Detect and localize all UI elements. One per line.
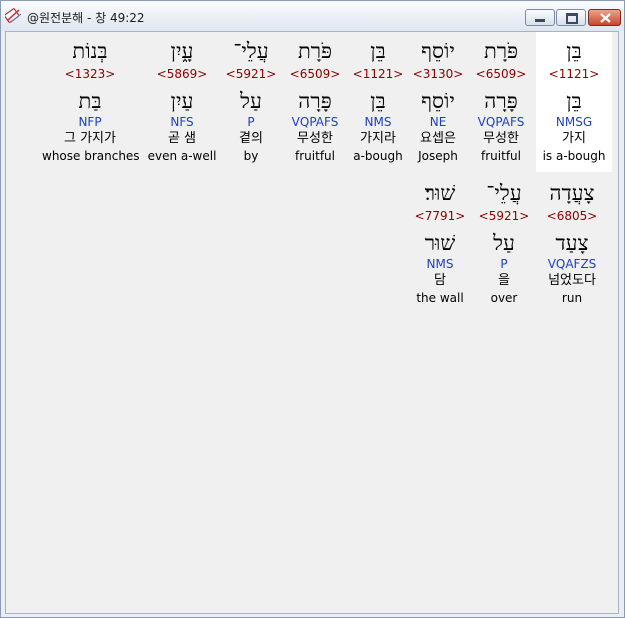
english-gloss: a-bough [353, 149, 403, 163]
analysis-panel[interactable]: בְּנוֹת <1323> בַּת NFP 그 가지가 whose bran… [5, 31, 619, 614]
hebrew-word: עֲלֵי־ [233, 39, 269, 63]
morphology-code: NFP [78, 115, 102, 129]
english-gloss: Joseph [418, 149, 458, 163]
korean-gloss: 곧 샘 [167, 131, 197, 146]
word-column[interactable]: צָעֲדָה <6805> צָעַד VQAFZS 넘었도다 run [536, 180, 608, 306]
hebrew-word: פֹּרָת [483, 39, 519, 63]
hebrew-root: עַל [240, 89, 262, 113]
hebrew-word: צָעֲדָה [549, 181, 595, 205]
close-icon [600, 13, 611, 23]
korean-gloss: 담 [434, 273, 446, 288]
word-column[interactable]: בְּנוֹת <1323> בַּת NFP 그 가지가 whose bran… [42, 38, 140, 164]
korean-gloss: 무성한 [483, 131, 519, 146]
korean-gloss: 그 가지가 [64, 131, 116, 146]
hebrew-word: בֵּן [566, 39, 582, 63]
word-column[interactable]: בֵּן <1121> בֵּן NMS 가지라 a-bough [346, 38, 410, 164]
hebrew-word: עָ֑יִן [170, 39, 194, 63]
app-logo-icon [4, 7, 23, 25]
strong-number[interactable]: <1323> [42, 66, 138, 82]
app-window: @원전분해 - 창 49:22 בְּנוֹת <1323> בַּת NFP … [0, 0, 625, 618]
hebrew-word: בֵּן [370, 39, 386, 63]
title-bar[interactable]: @원전분해 - 창 49:22 [1, 1, 624, 31]
strong-number[interactable]: <6509> [469, 66, 533, 82]
korean-gloss: 을 [498, 273, 510, 288]
morphology-code: NMSG [555, 115, 593, 129]
hebrew-root: בֵּן [370, 89, 386, 113]
hebrew-word: שׁוּר׃ [424, 181, 456, 205]
morphology-code: NMS [426, 257, 454, 271]
word-column[interactable]: עֲלֵי־ <5921> עַל P 곁의 by [219, 38, 283, 164]
morphology-code: VQAFZS [547, 257, 597, 271]
english-gloss: whose branches [42, 149, 140, 163]
strong-number[interactable]: <5921> [472, 208, 536, 224]
maximize-button[interactable] [556, 9, 586, 26]
english-gloss: even a-well [147, 149, 217, 163]
korean-gloss: 가지 [562, 131, 586, 146]
word-column[interactable]: פֹּרָת <6509> פָּרָה VQPAFS 무성한 fruitful [283, 38, 347, 164]
morphology-code: NE [429, 115, 447, 129]
english-gloss: fruitful [481, 149, 521, 163]
hebrew-root: בַּת [78, 89, 102, 113]
word-column-selected[interactable]: בֵּן <1121> בֵּן NMSG 가지 is a-bough [536, 32, 612, 172]
korean-gloss: 무성한 [297, 131, 333, 146]
strong-number[interactable]: <6509> [283, 66, 347, 82]
morphology-code: VQPAFS [291, 115, 339, 129]
word-column[interactable]: עָ֑יִן <5869> עַיִן NFS 곧 샘 even a-well [147, 38, 217, 164]
hebrew-root: עַל [493, 231, 515, 255]
hebrew-root: פָּרָה [298, 89, 332, 113]
strong-number[interactable]: <7791> [408, 208, 472, 224]
strong-number[interactable]: <1121> [536, 66, 612, 82]
hebrew-root: בֵּן [566, 89, 582, 113]
strong-number[interactable]: <1121> [346, 66, 410, 82]
hebrew-root: פָּרָה [484, 89, 518, 113]
strong-number[interactable]: <5869> [147, 66, 217, 82]
morphology-code: NMS [364, 115, 392, 129]
hebrew-word: יוֹסֵף [421, 39, 455, 63]
korean-gloss: 넘었도다 [548, 273, 596, 288]
hebrew-root: שׁוּר [424, 231, 456, 255]
word-column[interactable]: פֹּרָת <6509> פָּרָה VQPAFS 무성한 fruitful [469, 38, 533, 164]
korean-gloss: 요셉은 [420, 131, 456, 146]
word-column[interactable]: יוֹסֵף <3130> יוֹסֵף NE 요셉은 Joseph [406, 38, 470, 164]
hebrew-word: בְּנוֹת [72, 39, 108, 63]
english-gloss: the wall [416, 291, 464, 305]
window-title: @원전분해 - 창 49:22 [27, 11, 145, 25]
hebrew-root: צָעַד [555, 231, 589, 255]
english-gloss: run [561, 291, 583, 305]
strong-number[interactable]: <5921> [219, 66, 283, 82]
close-button[interactable] [588, 9, 621, 26]
minimize-button[interactable] [525, 9, 555, 26]
korean-gloss: 가지라 [360, 131, 396, 146]
english-gloss: by [243, 149, 259, 163]
hebrew-word: פֹּרָת [297, 39, 333, 63]
morphology-code: P [500, 257, 508, 271]
strong-number[interactable]: <6805> [536, 208, 608, 224]
morphology-code: P [247, 115, 255, 129]
morphology-code: VQPAFS [477, 115, 525, 129]
strong-number[interactable]: <3130> [406, 66, 470, 82]
english-gloss: is a-bough [542, 149, 606, 163]
hebrew-root: עַיִן [170, 89, 194, 113]
word-column[interactable]: עֲלֵי־ <5921> עַל P 을 over [472, 180, 536, 306]
korean-gloss: 곁의 [239, 131, 263, 146]
english-gloss: fruitful [295, 149, 335, 163]
word-column[interactable]: שׁוּר׃ <7791> שׁוּר NMS 담 the wall [408, 180, 472, 306]
english-gloss: over [490, 291, 518, 305]
hebrew-root: יוֹסֵף [421, 89, 455, 113]
morphology-code: NFS [170, 115, 194, 129]
hebrew-word: עֲלֵי־ [486, 181, 522, 205]
